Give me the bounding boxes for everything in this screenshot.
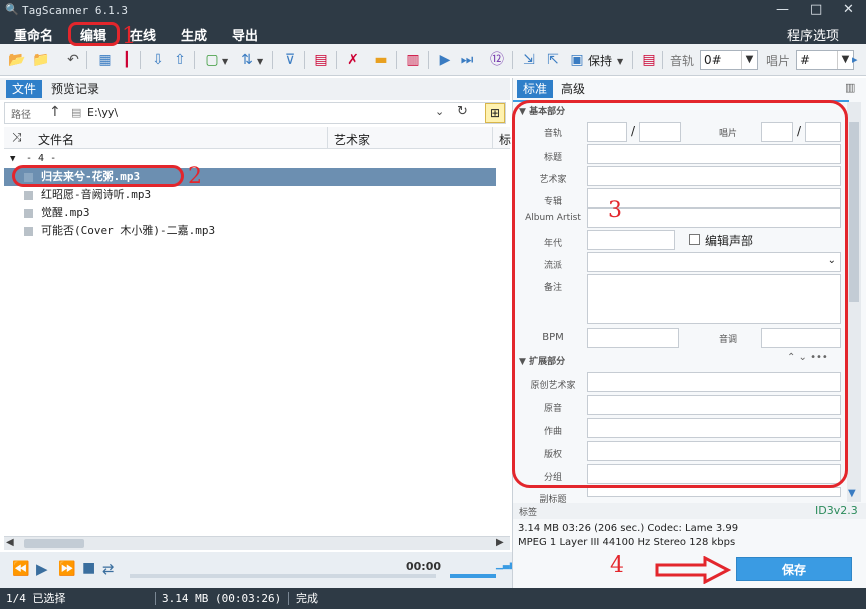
scroll-thumb[interactable] <box>849 122 859 302</box>
minimize-icon[interactable]: — <box>776 2 789 17</box>
collapse-icon[interactable]: ▼ <box>10 150 15 168</box>
import-icon[interactable]: ⇲ <box>520 51 538 69</box>
stop-icon[interactable]: ■ <box>82 560 95 576</box>
split-icon[interactable]: ┃ <box>118 51 136 69</box>
maximize-icon[interactable]: □ <box>810 2 822 17</box>
layout-icon[interactable]: ▥ <box>845 81 855 94</box>
menu-rename[interactable]: 重命名 <box>14 25 53 44</box>
tag-icon[interactable]: ▤ <box>312 51 330 69</box>
column-title[interactable]: 标 <box>499 131 511 148</box>
player-time: 00:00 <box>406 560 442 573</box>
disc-label: 唱片 <box>766 54 791 68</box>
file-info-line1: 3.14 MB 03:26 (206 sec.) Codec: Lame 3.9… <box>518 523 739 534</box>
track-combo[interactable]: 0# ▼ <box>700 50 758 70</box>
scroll-right-icon[interactable]: ▶ <box>496 537 504 548</box>
save-dropdown[interactable]: 保持 <box>588 52 612 69</box>
progress-track[interactable] <box>130 574 436 578</box>
column-icon[interactable]: ▥ <box>404 51 422 69</box>
annotation-arrow <box>655 556 731 584</box>
more-icon[interactable]: ▸ <box>852 53 858 66</box>
folder-tree-icon[interactable]: ⊞ <box>485 103 505 123</box>
annotation-outline-3 <box>512 100 848 488</box>
tag-footer-label: 标签 <box>519 508 538 518</box>
annotation-number-2: 2 <box>188 164 202 189</box>
chevron-down-icon[interactable]: ⌄ <box>435 105 444 118</box>
next-file-icon[interactable]: ⏭ <box>458 51 476 69</box>
vertical-scrollbar[interactable]: ▼ <box>847 102 861 502</box>
numbering-icon[interactable]: ⑫ <box>488 51 506 69</box>
path-label: 路径 <box>11 110 31 121</box>
volume-bar[interactable] <box>450 574 496 578</box>
play-file-icon[interactable]: ▶ <box>436 51 454 69</box>
menu-options[interactable]: 程序选项 <box>787 25 839 44</box>
shuffle-icon[interactable]: ⤨ <box>12 130 22 145</box>
list-item[interactable]: 红昭愿-音阙诗听.mp3 <box>4 186 496 204</box>
column-artist[interactable]: 艺术家 <box>334 131 370 148</box>
save-button[interactable]: 保存 <box>736 557 852 581</box>
move-down-icon[interactable]: ⇩ <box>149 51 167 69</box>
up-arrow-icon[interactable]: ↑ <box>49 104 61 120</box>
status-bar: 1/4 已选择 3.14 MB (00:03:26) 完成 <box>0 588 866 609</box>
app-icon: 🔍 <box>5 3 19 16</box>
list-item[interactable]: 觉醒.mp3 <box>4 204 496 222</box>
folder-tag-icon[interactable]: ▬ <box>372 51 390 69</box>
path-bar: 路径 ↑ ▤ E:\yy\ ⌄ ↻ ⊞ <box>4 102 506 124</box>
save-tag-icon[interactable]: ▣ <box>568 51 586 69</box>
annotation-outline-2 <box>12 165 184 187</box>
status-selected: 1/4 已选择 <box>6 592 66 605</box>
app-title: TagScanner 6.1.3 <box>22 4 128 17</box>
left-tabs: 文件 预览记录 <box>0 78 510 100</box>
file-list: ▼ - 4 - 归去来兮-花粥.mp3 红昭愿-音阙诗听.mp3 觉醒.mp3 … <box>4 149 510 535</box>
tab-standard[interactable]: 标准 <box>517 80 554 98</box>
list-icon[interactable]: ▤ <box>640 51 658 69</box>
scroll-thumb[interactable] <box>24 539 84 548</box>
subtitle-field[interactable] <box>587 487 841 497</box>
column-headers: ⤨ 文件名 艺术家 标 <box>4 127 511 149</box>
forward-icon[interactable]: ⏩ <box>58 561 75 577</box>
undo-icon[interactable]: ↶ <box>64 51 82 69</box>
menu-generate[interactable]: 生成 <box>181 25 207 44</box>
export-icon[interactable]: ⇱ <box>544 51 562 69</box>
tab-preview[interactable]: 预览记录 <box>45 80 105 98</box>
title-bar: 🔍 TagScanner 6.1.3 — □ ✕ <box>0 0 866 22</box>
horizontal-scrollbar[interactable]: ◀ ▶ <box>4 536 510 550</box>
sort-icon[interactable]: ⇅ <box>238 51 256 69</box>
column-filename[interactable]: 文件名 <box>38 131 74 148</box>
add-folder-icon[interactable]: 📁 <box>32 51 50 69</box>
move-up-icon[interactable]: ⇧ <box>171 51 189 69</box>
tab-files[interactable]: 文件 <box>6 80 43 98</box>
menu-export[interactable]: 导出 <box>232 25 258 44</box>
annotation-outline-1 <box>68 22 120 46</box>
status-size: 3.14 MB (00:03:26) <box>162 592 282 605</box>
annotation-number-3: 3 <box>608 198 622 223</box>
annotation-number-1: 1 <box>122 24 136 49</box>
open-folder-icon[interactable]: 📂 <box>8 51 26 69</box>
scroll-down-icon[interactable]: ▼ <box>848 488 856 499</box>
disc-combo[interactable]: # ▼ <box>796 50 854 70</box>
refresh-icon[interactable]: ↻ <box>457 104 468 119</box>
path-input[interactable]: E:\yy\ <box>87 106 118 119</box>
play-icon[interactable]: ▶ <box>36 560 48 578</box>
drive-icon: ▤ <box>71 106 82 119</box>
remove-tag-icon[interactable]: ✗ <box>344 51 362 69</box>
close-icon[interactable]: ✕ <box>843 2 854 17</box>
tab-advanced[interactable]: 高级 <box>555 80 591 98</box>
select-icon[interactable]: ▢ <box>203 51 221 69</box>
annotation-number-4: 4 <box>610 553 624 578</box>
repeat-icon[interactable]: ⇄ <box>102 560 115 578</box>
status-state: 完成 <box>296 592 318 605</box>
player-bar: ⏪ ▶ ⏩ ■ ⇄ 00:00 ▁▃▅ <box>0 552 517 588</box>
track-label: 音轨 <box>670 54 695 68</box>
rewind-icon[interactable]: ⏪ <box>12 561 29 577</box>
scroll-left-icon[interactable]: ◀ <box>6 537 14 548</box>
filter-icon[interactable]: ⊽ <box>281 51 299 69</box>
file-info-line2: MPEG 1 Layer III 44100 Hz Stereo 128 kbp… <box>518 537 736 548</box>
list-item[interactable]: 可能否(Cover 木小雅)-二嘉.mp3 <box>4 222 496 240</box>
grid-icon[interactable]: ▦ <box>96 51 114 69</box>
tag-version[interactable]: ID3v2.3 <box>815 504 858 517</box>
